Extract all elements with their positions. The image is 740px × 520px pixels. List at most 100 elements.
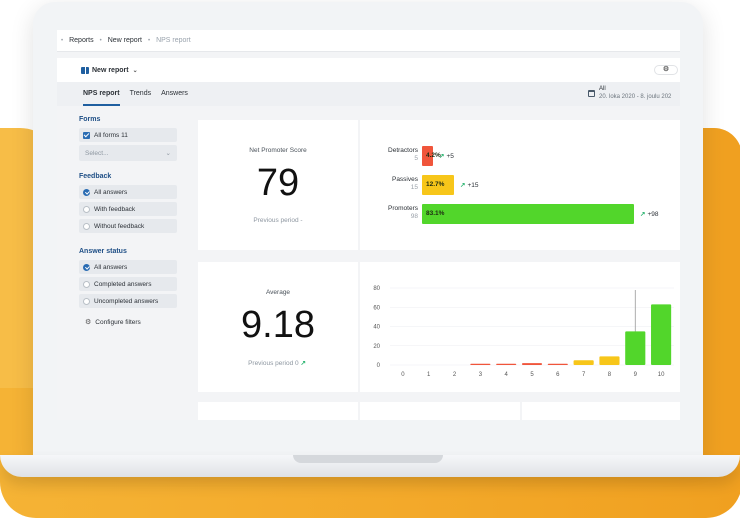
y-tick-label: 80: [373, 286, 380, 292]
feedback-heading: Feedback: [79, 173, 112, 180]
bar-score-7: [573, 360, 594, 365]
radio-icon: [83, 297, 90, 305]
bar-score-4: [496, 363, 517, 365]
x-tick-label: 3: [479, 372, 483, 378]
all-forms-label: All forms 11: [94, 131, 128, 139]
status-option-label: All answers: [94, 263, 128, 271]
date-range-value: 20. loka 2020 - 8. joulu 202: [599, 94, 672, 100]
radio-selected-icon: [83, 188, 90, 196]
nps-title: Net Promoter Score: [249, 147, 307, 154]
nps-value: 79: [256, 162, 300, 204]
status-option-uncompleted[interactable]: Uncompleted answers: [79, 294, 177, 308]
forms-select-placeholder: Select...: [85, 149, 109, 157]
filter-sidebar: Forms All forms 11 Select... ⌄ Feedback …: [79, 116, 189, 326]
radio-icon: [83, 205, 90, 213]
feedback-option-label: Without feedback: [94, 222, 145, 230]
average-title: Average: [265, 289, 291, 296]
date-range-picker[interactable]: All 20. loka 2020 - 8. joulu 202: [599, 85, 671, 101]
answer-status-heading: Answer status: [79, 248, 127, 255]
x-tick-label: 0: [401, 372, 405, 378]
configure-filters-label: Configure filters: [95, 318, 141, 326]
breadcrumb: • Reports • New report • NPS report: [57, 30, 680, 52]
y-tick-label: 0: [377, 363, 381, 369]
forms-heading: Forms: [79, 116, 101, 123]
tab-nps-report[interactable]: NPS report: [83, 82, 120, 106]
y-tick-label: 20: [373, 344, 380, 350]
configure-filters-button[interactable]: ⚙ Configure filters: [79, 318, 189, 327]
breadcrumb-reports[interactable]: Reports: [69, 37, 94, 44]
tab-answers[interactable]: Answers: [161, 82, 188, 106]
x-tick-label: 6: [556, 372, 560, 378]
bar-score-3: [470, 363, 491, 365]
passives-bar: 12.7%: [422, 175, 454, 195]
radio-icon: [83, 280, 90, 288]
chevron-down-icon: ⌄: [165, 150, 171, 157]
laptop-notch: [293, 455, 443, 463]
forms-select[interactable]: Select... ⌄: [79, 145, 177, 161]
x-tick-label: 9: [634, 372, 638, 378]
bottom-card: [360, 402, 520, 420]
x-tick-label: 8: [608, 372, 612, 378]
status-option-label: Uncompleted answers: [94, 297, 159, 305]
report-name-dropdown[interactable]: New report: [92, 67, 129, 74]
nps-row-label: Passives 15: [391, 176, 418, 191]
nps-delta: ↗ +15: [460, 182, 479, 189]
x-tick-label: 10: [658, 372, 665, 378]
feedback-option-all[interactable]: All answers: [79, 185, 177, 199]
nps-row-label: Detractors 5: [388, 147, 418, 162]
nps-breakdown-card: Detractors 5 4.2% ↗ +5 Passives 15 12.7% …: [360, 120, 680, 250]
report-toolbar: New report ⌄ ⚙: [57, 58, 680, 82]
app-screen: • Reports • New report • NPS report New …: [57, 30, 680, 420]
trend-up-icon: ↗: [439, 153, 445, 160]
nps-delta: ↗ +98: [640, 211, 659, 218]
feedback-option-label: With feedback: [94, 205, 136, 213]
breadcrumb-new-report[interactable]: New report: [108, 37, 142, 44]
radio-selected-icon: [83, 263, 90, 271]
feedback-option-with[interactable]: With feedback: [79, 202, 177, 216]
date-range-label: All: [599, 86, 606, 92]
feedback-option-without[interactable]: Without feedback: [79, 219, 177, 233]
breadcrumb-separator: •: [61, 37, 64, 44]
status-option-all[interactable]: All answers: [79, 260, 177, 274]
trend-up-icon: ↗: [640, 211, 646, 218]
average-previous-period: Previous period 0 ↗: [248, 360, 306, 367]
nps-delta: ↗ +5: [439, 153, 454, 160]
chevron-down-icon[interactable]: ⌄: [133, 67, 138, 74]
average-value: 9.18: [241, 304, 315, 346]
detractors-bar: 4.2%: [422, 146, 441, 166]
nps-previous-period: Previous period -: [253, 217, 303, 224]
bar-score-9: [625, 331, 646, 365]
checkbox-checked-icon: [83, 131, 90, 139]
breadcrumb-separator: •: [99, 37, 102, 44]
all-forms-checkbox[interactable]: All forms 11: [79, 128, 177, 142]
calendar-icon[interactable]: [588, 90, 595, 97]
stage: • Reports • New report • NPS report New …: [0, 0, 740, 520]
average-card: Average 9.18 Previous period 0 ↗: [198, 262, 358, 392]
score-distribution-card: 0 20 40 60 80 0 1 2 3 4 5 6 7 8 9 10: [360, 262, 680, 392]
tab-trends[interactable]: Trends: [130, 82, 152, 106]
x-tick-label: 1: [427, 372, 431, 378]
nps-score-card: Net Promoter Score 79 Previous period -: [198, 120, 358, 250]
breadcrumb-separator: •: [147, 37, 151, 44]
trend-up-icon: ↗: [300, 360, 306, 367]
gear-icon[interactable]: ⚙: [654, 65, 678, 75]
bar-score-6: [547, 363, 568, 365]
nps-row-promoters: Promoters 98 83.1% ↗ +98: [360, 204, 680, 224]
x-tick-label: 7: [582, 372, 586, 378]
bar-score-8: [599, 356, 620, 365]
promoters-bar: 83.1%: [422, 204, 634, 224]
x-tick-label: 2: [453, 372, 457, 378]
radio-icon: [83, 222, 90, 230]
bottom-card: [522, 402, 680, 420]
tab-bar: NPS report Trends Answers All 20. loka 2…: [57, 82, 680, 106]
y-tick-label: 60: [373, 305, 380, 311]
gear-icon: ⚙: [85, 319, 92, 326]
bar-score-10: [651, 304, 672, 365]
status-option-completed[interactable]: Completed answers: [79, 277, 177, 291]
y-tick-label: 40: [373, 325, 380, 331]
feedback-option-label: All answers: [94, 188, 128, 196]
breadcrumb-current: NPS report: [156, 37, 191, 44]
nps-row-detractors: Detractors 5 4.2% ↗ +5: [360, 146, 680, 166]
bar-score-5: [521, 363, 543, 365]
nps-row-label: Promoters 98: [388, 205, 418, 220]
